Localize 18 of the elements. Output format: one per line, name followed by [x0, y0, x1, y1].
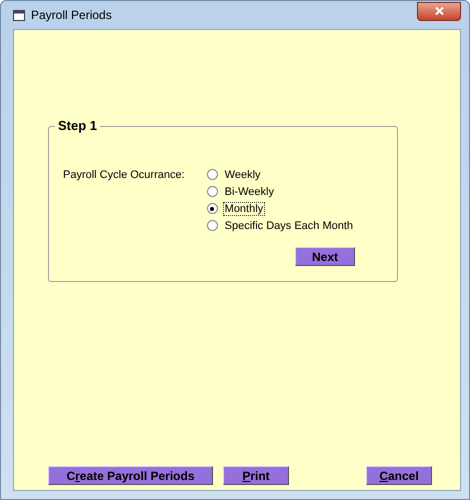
- field-label: Payroll Cycle Ocurrance:: [63, 169, 185, 183]
- radio-button[interactable]: [206, 169, 218, 180]
- radio-label[interactable]: Bi-Weekly: [222, 184, 276, 198]
- cancel-button[interactable]: Cancel: [366, 466, 432, 485]
- radio-label[interactable]: Weekly: [222, 168, 263, 182]
- print-button[interactable]: Print: [223, 466, 289, 485]
- radio-button[interactable]: [206, 186, 218, 197]
- create-button[interactable]: Create Payroll Periods: [48, 466, 213, 485]
- radio-label[interactable]: Specific Days Each Month: [222, 218, 356, 232]
- window-title: Payroll Periods: [31, 8, 113, 22]
- window-icon: [13, 10, 25, 20]
- close-icon: [434, 7, 444, 15]
- close-button[interactable]: [417, 2, 461, 20]
- group-title: Step 1: [55, 118, 100, 133]
- radio-button[interactable]: [206, 220, 218, 231]
- radio-button[interactable]: [206, 203, 218, 214]
- radio-label[interactable]: Monthly: [222, 202, 266, 216]
- next-button[interactable]: Next: [295, 247, 355, 266]
